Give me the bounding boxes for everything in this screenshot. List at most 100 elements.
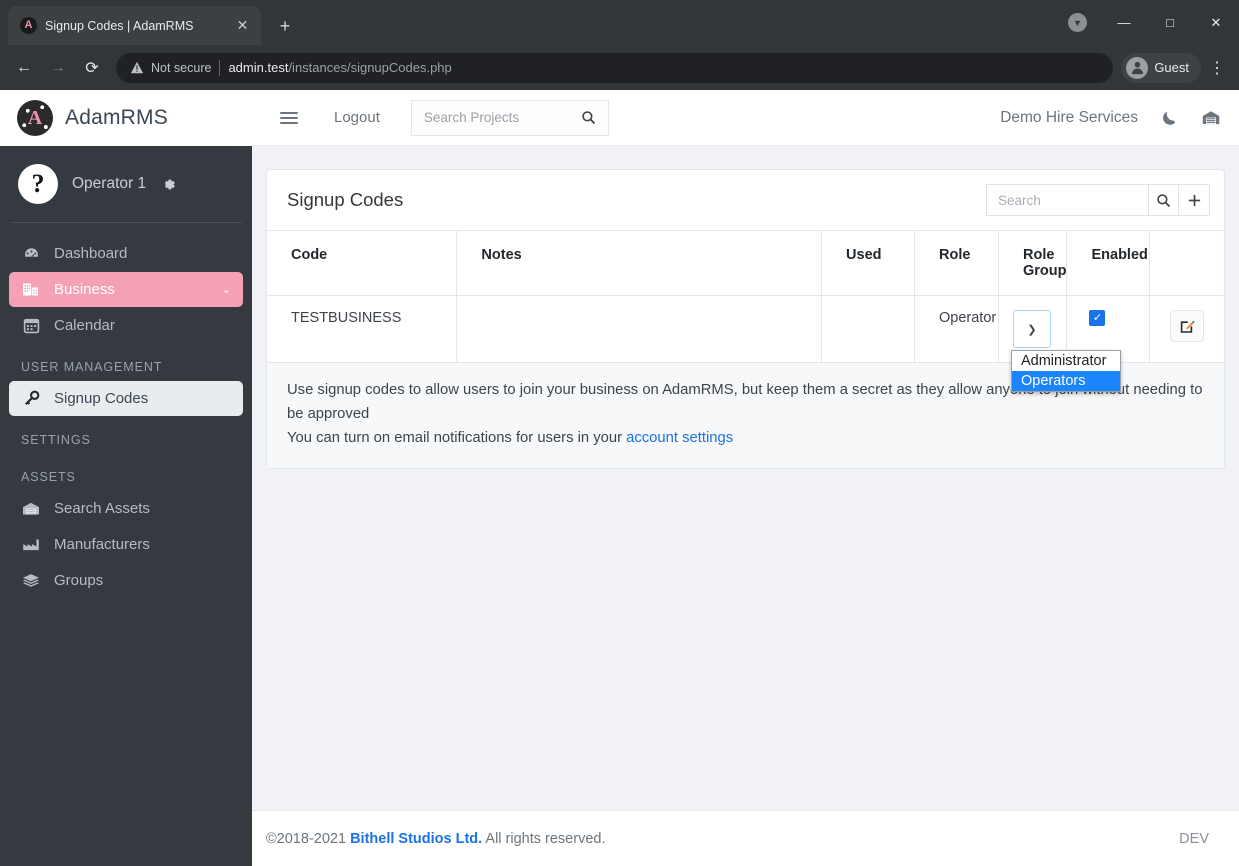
tab-title: Signup Codes | AdamRMS [45,18,194,33]
warning-triangle-icon [130,61,144,73]
building-icon [21,281,41,298]
browser-toolbar: ← → ⟳ Not secure admin.test/instances/si… [0,45,1239,90]
logout-link[interactable]: Logout [334,109,380,126]
brand-header[interactable]: A AdamRMS [0,90,252,146]
table-header: Code Notes Used Role Role Group Enabled [267,231,1224,296]
column-header-role: Role [914,231,999,296]
footer-rights: All rights reserved. [482,830,606,847]
security-indicator[interactable]: Not secure [130,61,211,75]
person-icon [1131,61,1143,75]
reload-icon[interactable]: ⟳ [76,52,108,84]
account-settings-link[interactable]: account settings [626,430,733,446]
top-navbar: Logout Search Projects Demo Hire Service… [252,90,1239,146]
sidebar-item-label: Calendar [54,317,115,334]
hamburger-icon[interactable] [280,111,298,124]
browser-window: A Signup Codes | AdamRMS ✕ + ▼ — □ ✕ ← →… [0,0,1239,866]
favicon-icon: A [20,17,37,34]
sidebar-item-label: Dashboard [54,245,128,262]
calendar-icon [21,317,41,334]
security-text: Not secure [151,60,212,75]
role-group-select-wrap: ❯ Administrator Operators [1010,310,1121,392]
gear-glyph [164,179,175,189]
back-icon[interactable]: ← [8,52,40,84]
dropdown-option-administrator[interactable]: Administrator [1012,351,1120,371]
search-input[interactable] [986,184,1148,216]
window-controls: ▼ — □ ✕ [1068,0,1239,45]
card-header: Signup Codes [267,170,1224,231]
url-text: admin.test/instances/signupCodes.php [228,60,451,75]
forward-icon[interactable]: → [42,52,74,84]
minimize-button[interactable]: — [1101,7,1147,39]
project-search-input[interactable]: Search Projects [410,99,609,136]
cell-actions [1149,295,1224,363]
sidebar: A AdamRMS ? Operator 1 Dashboard Busines… [0,90,252,866]
layers-icon [21,572,41,589]
role-group-select[interactable]: ❯ [1012,310,1051,348]
avatar [1126,56,1149,79]
sidebar-item-manufacturers[interactable]: Manufacturers [9,527,243,562]
maximize-button[interactable]: □ [1147,7,1193,39]
footer-copyright: ©2018-2021 Bithell Studios Ltd. All righ… [266,831,605,847]
footer-environment: DEV [1179,830,1209,847]
footer-company-link[interactable]: Bithell Studios Ltd. [350,831,482,847]
sidebar-item-dashboard[interactable]: Dashboard [9,236,243,271]
factory-icon [21,536,41,553]
user-avatar-icon: ? [18,164,58,204]
table-row: TESTBUSINESS Operator ❯ Administrator Op… [267,295,1224,392]
sidebar-item-signup-codes[interactable]: Signup Codes [9,381,243,416]
sidebar-item-label: Search Assets [54,500,150,517]
user-name: Operator 1 [72,175,147,192]
omnibox-divider [219,59,221,76]
cell-code: TESTBUSINESS [267,295,458,363]
main-content: Signup Codes Search Code Notes Used Role… [252,146,1239,810]
sidebar-divider [10,222,242,223]
add-signup-code-button[interactable] [1179,184,1210,216]
profile-button[interactable]: Guest [1121,52,1201,83]
column-header-actions [1149,231,1224,296]
content-column: Logout Search Projects Demo Hire Service… [252,90,1239,866]
browser-tab[interactable]: A Signup Codes | AdamRMS ✕ [8,6,261,45]
sidebar-item-search-assets[interactable]: Search Assets [9,491,243,526]
update-dot-icon[interactable]: ▼ [1068,13,1087,32]
sidebar-section-heading: ASSETS [21,470,76,484]
signup-codes-card: Signup Codes Search Code Notes Used Role… [266,169,1225,469]
topnav-right-group: Demo Hire Services [1000,108,1221,127]
sidebar-item-label: Signup Codes [54,390,149,407]
business-name[interactable]: Demo Hire Services [1000,109,1138,127]
venue-icon[interactable] [1201,108,1221,127]
sidebar-item-label: Business [54,281,115,298]
adamrms-logo-icon: A [17,100,53,136]
edit-row-button[interactable] [1170,310,1205,342]
user-avatar-glyph: ? [31,169,45,198]
key-icon [21,390,41,407]
search-button[interactable] [1148,184,1179,216]
user-bar: ? Operator 1 [0,146,252,222]
brand-name: AdamRMS [65,106,168,129]
logo-letter: A [27,106,43,129]
url-path: /instances/signupCodes.php [288,60,452,75]
sidebar-item-label: Groups [54,572,104,589]
column-header-role-group: Role Group [998,231,1068,296]
help-line-2-prefix: You can turn on email notifications for … [287,429,627,446]
gear-icon[interactable] [160,176,177,193]
dropdown-option-operators[interactable]: Operators [1011,371,1120,391]
window-close-button[interactable]: ✕ [1193,7,1239,39]
card-search-group [986,184,1210,216]
dashboard-icon [21,245,41,262]
page-title: Signup Codes [287,189,404,210]
new-tab-button[interactable]: + [271,12,299,40]
sidebar-item-business[interactable]: Business ⌄ [9,272,243,307]
sidebar-item-calendar[interactable]: Calendar [9,308,243,343]
sidebar-section-heading: SETTINGS [21,433,91,447]
sidebar-item-groups[interactable]: Groups [9,563,243,598]
close-icon[interactable]: ✕ [234,17,251,34]
footer-copyright-years: ©2018-2021 [266,830,351,847]
moon-icon[interactable] [1160,108,1179,127]
browser-menu-button[interactable]: ⋮ [1203,53,1231,83]
sidebar-section-heading: USER MANAGEMENT [21,360,163,374]
plus-icon [1188,194,1200,206]
column-header-used: Used [821,231,915,296]
page-footer: ©2018-2021 Bithell Studios Ltd. All righ… [252,810,1239,866]
enabled-checkbox[interactable]: ✓ [1089,310,1106,326]
address-bar[interactable]: Not secure admin.test/instances/signupCo… [116,52,1114,83]
